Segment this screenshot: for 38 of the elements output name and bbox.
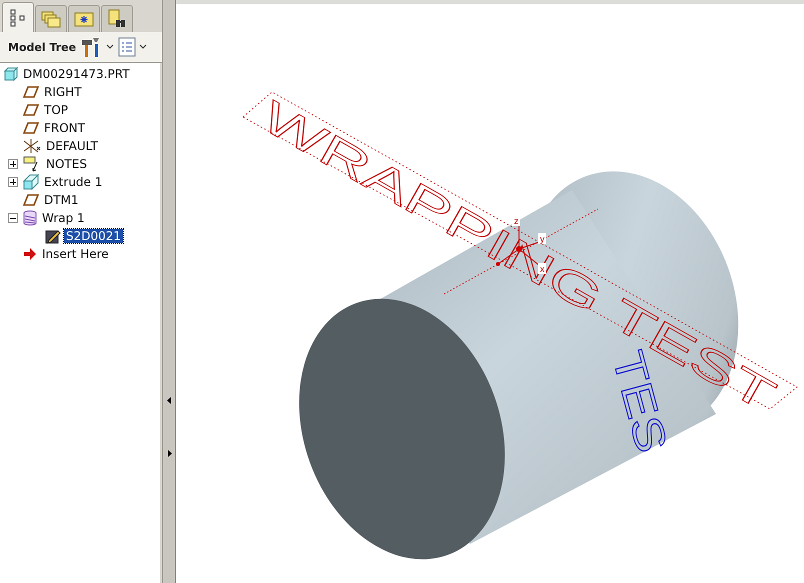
expand-toggle[interactable] <box>8 159 18 169</box>
tree-icon <box>10 8 26 26</box>
folders-icon <box>41 10 61 28</box>
coordinate-system-icon <box>23 138 41 154</box>
expand-arrow-icon[interactable] <box>168 450 172 457</box>
tree-item[interactable]: DM00291473.PRT <box>21 67 132 81</box>
plane-icon <box>23 103 39 117</box>
collapse-toggle[interactable] <box>8 213 18 223</box>
tree-item[interactable]: Wrap 1 <box>40 211 87 225</box>
caret-icon <box>106 44 114 50</box>
panel-tab[interactable] <box>68 5 100 32</box>
tree-item[interactable]: NOTES <box>44 157 89 171</box>
tree-item[interactable]: Insert Here <box>40 247 111 261</box>
sketch-pencil-icon <box>45 228 61 244</box>
plane-icon <box>23 85 39 99</box>
expand-toggle[interactable] <box>8 177 18 187</box>
caret-icon <box>139 44 148 50</box>
tree-item[interactable]: Extrude 1 <box>42 175 104 189</box>
plane-icon <box>23 121 39 135</box>
tree-item[interactable]: DTM1 <box>42 193 81 207</box>
tree-item[interactable]: DEFAULT <box>44 139 100 153</box>
list-icon <box>118 37 136 57</box>
plane-icon <box>23 193 39 207</box>
panel-tab[interactable] <box>2 2 34 32</box>
cylinder-icon <box>23 210 37 226</box>
tree-item[interactable]: FRONT <box>42 121 87 135</box>
tree-item[interactable]: S2D0021 <box>64 229 124 243</box>
settings-dropdown-button[interactable] <box>80 35 116 59</box>
show-dropdown-button[interactable] <box>117 36 148 58</box>
box-icon <box>23 174 39 190</box>
arrow-icon <box>23 247 37 261</box>
tree-item[interactable]: RIGHT <box>42 85 84 99</box>
panel-tab[interactable] <box>101 5 133 32</box>
panel-title: Model Tree <box>8 40 76 54</box>
tree-item[interactable]: TOP <box>42 103 70 117</box>
collapse-arrow-icon[interactable] <box>167 397 171 404</box>
part-icon <box>4 67 18 81</box>
binoculars-icon <box>107 9 127 29</box>
